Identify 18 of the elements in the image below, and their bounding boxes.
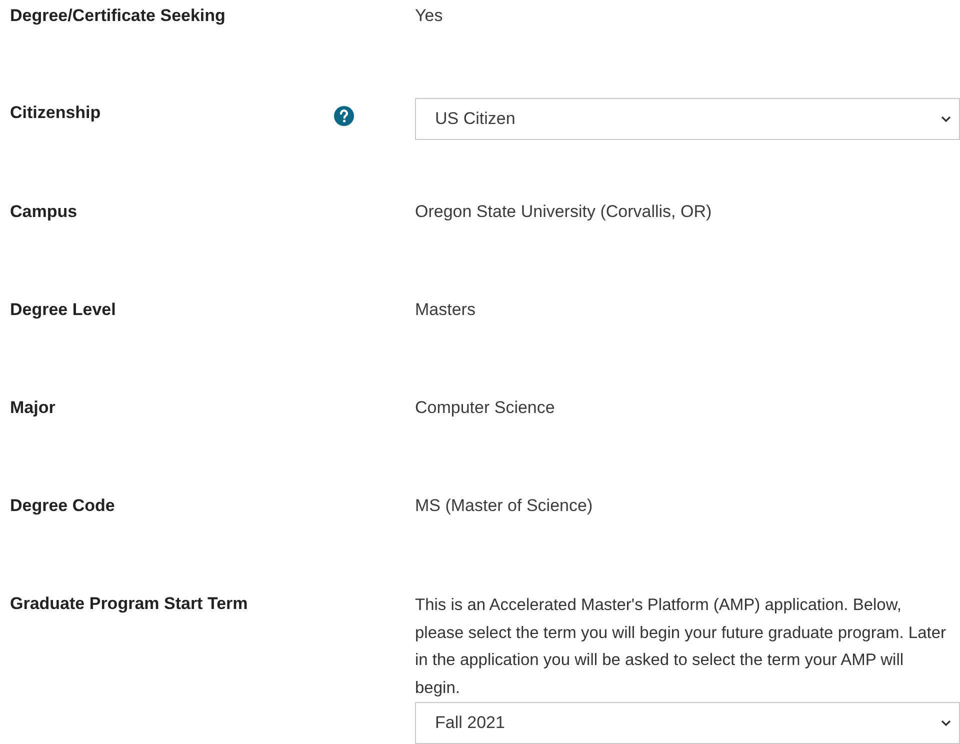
field-value: Oregon State University (Corvallis, OR) — [415, 201, 713, 223]
field-label: Major — [9, 397, 56, 419]
field-value: Computer Science — [415, 397, 556, 419]
field-value: Yes — [415, 5, 444, 27]
field-label: Degree/Certificate Seeking — [9, 5, 226, 27]
field-label: Citizenship — [9, 102, 102, 124]
field-value: Masters — [415, 299, 476, 321]
dropdown-field[interactable]: Fall 2021 — [415, 702, 960, 744]
chevron-down-icon — [941, 720, 951, 726]
instruction-text: This is an Accelerated Master's Platform (AMP) application. Below, please select the term you will begin your future graduate program. Later in the application you will be asked to select the term your AMP will begin. — [415, 595, 948, 698]
field-value: MS (Master of Science) — [415, 495, 594, 517]
field-label: Degree Level — [9, 299, 117, 321]
dropdown-field[interactable]: US Citizen — [415, 98, 960, 140]
field-label: Campus — [9, 201, 78, 223]
field-label: Degree Code — [9, 495, 116, 517]
field-label: Graduate Program Start Term — [9, 593, 249, 615]
chevron-down-icon — [941, 116, 951, 122]
help-icon[interactable] — [334, 106, 354, 126]
